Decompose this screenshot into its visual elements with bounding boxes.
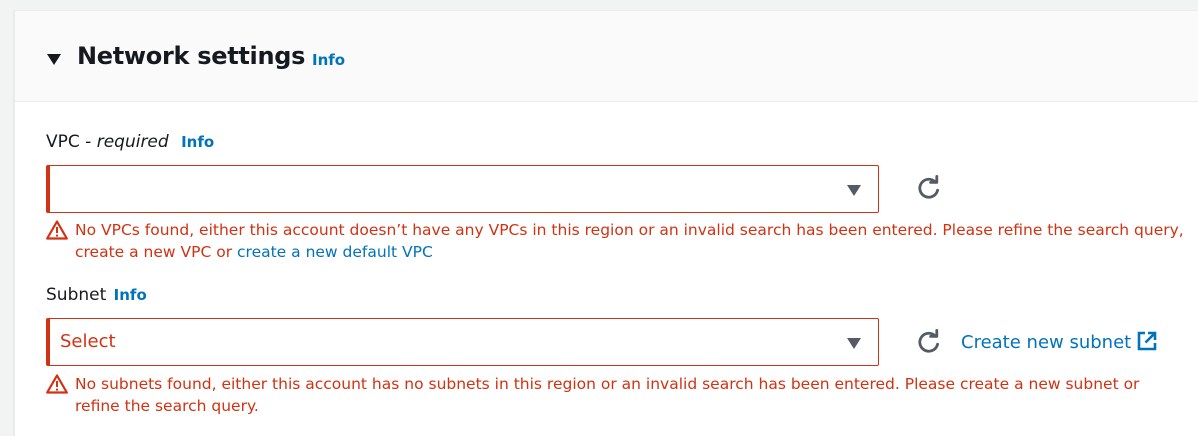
vpc-label-text: VPC - (46, 132, 97, 152)
create-new-subnet-link[interactable]: Create new subnet (961, 331, 1157, 353)
panel-header[interactable]: Network settings Info (15, 11, 1198, 102)
create-default-vpc-link[interactable]: create a new default VPC (237, 243, 433, 261)
create-new-subnet-label: Create new subnet (961, 332, 1132, 353)
refresh-icon[interactable] (915, 174, 943, 202)
network-settings-panel: Network settings Info VPC - required Inf… (14, 10, 1198, 436)
external-link-icon (1137, 331, 1157, 351)
vpc-info-link[interactable]: Info (181, 133, 214, 151)
warning-icon (46, 374, 68, 394)
dropdown-arrow-icon (847, 338, 861, 349)
vpc-error-text: No VPCs found, either this account doesn… (75, 219, 1185, 263)
section-info-link[interactable]: Info (312, 51, 345, 69)
dropdown-arrow-icon (847, 185, 861, 196)
subnet-label: Subnet Info (46, 285, 147, 305)
subnet-select-value: Select (60, 331, 116, 352)
vpc-select[interactable] (46, 165, 879, 213)
section-title: Network settings (77, 42, 306, 70)
warning-icon (46, 220, 68, 240)
subnet-info-link[interactable]: Info (114, 286, 147, 304)
caret-down-icon[interactable] (47, 54, 61, 65)
refresh-icon[interactable] (915, 328, 943, 356)
vpc-required-text: required (96, 132, 169, 152)
subnet-select[interactable]: Select (46, 318, 879, 366)
subnet-error-text: No subnets found, either this account ha… (75, 375, 1140, 415)
subnet-label-text: Subnet (46, 285, 107, 305)
vpc-label: VPC - required Info (46, 132, 214, 152)
